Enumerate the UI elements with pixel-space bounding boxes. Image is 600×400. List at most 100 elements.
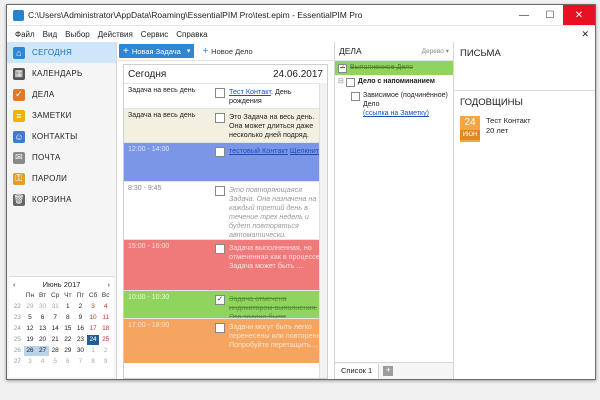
event-row[interactable]: 8:30 - 9:45 Это повторяющаяся Задача. Он… xyxy=(124,181,327,239)
calendar-day[interactable]: 2 xyxy=(99,346,112,356)
calendar-day[interactable]: 4 xyxy=(36,357,49,367)
week-number: 23 xyxy=(13,314,21,321)
calendar-day[interactable]: 27 xyxy=(36,346,49,356)
close-button[interactable]: ✕ xyxy=(563,5,595,25)
event-checkbox-checked[interactable]: ✓ xyxy=(215,295,225,305)
sidebar-item-mail[interactable]: ✉ ПОЧТА xyxy=(7,147,116,168)
tree-view-dropdown[interactable]: Дерево ▾ xyxy=(422,47,449,55)
calendar-day[interactable]: 7 xyxy=(49,313,62,323)
calendar-day[interactable]: 15 xyxy=(62,324,75,334)
calendar-day[interactable]: 7 xyxy=(74,357,87,367)
event-row[interactable]: 10:00 - 10:30 ✓ Задача отмечена индикато… xyxy=(124,290,327,330)
calendar-day[interactable]: 30 xyxy=(36,302,49,312)
sidebar-item-tasks[interactable]: ✓ ДЕЛА xyxy=(7,84,116,105)
event-checkbox[interactable] xyxy=(215,244,225,254)
calendar-day[interactable]: 18 xyxy=(99,324,112,334)
task-checkbox-checked[interactable]: ✓ xyxy=(338,64,347,73)
event-checkbox[interactable] xyxy=(215,323,225,333)
calendar-day-today[interactable]: 24 xyxy=(86,335,100,345)
event-checkbox[interactable] xyxy=(215,147,225,157)
calendar-day[interactable]: 6 xyxy=(36,313,49,323)
menu-tools[interactable]: Сервис xyxy=(141,30,168,39)
event-row[interactable]: Задача на весь день Это Задача на весь д… xyxy=(124,108,327,142)
menu-actions[interactable]: Действия xyxy=(98,30,133,39)
event-row[interactable]: 17:00 - 18:00 Задачи могут быть легко пе… xyxy=(124,318,327,363)
event-row[interactable]: 12:00 - 14:00 тестовый Контакт Щелкните xyxy=(124,142,327,181)
calendar-day[interactable]: 16 xyxy=(74,324,87,334)
calendar-day[interactable]: 30 xyxy=(74,346,87,356)
calendar-day[interactable]: 29 xyxy=(62,346,75,356)
menu-view[interactable]: Вид xyxy=(43,30,57,39)
sidebar-item-contacts[interactable]: ☺ КОНТАКТЫ xyxy=(7,126,116,147)
new-todo-button[interactable]: + Новое Дело xyxy=(202,46,252,57)
calendar-day[interactable]: 8 xyxy=(62,313,75,323)
collapse-icon[interactable]: ⊟ xyxy=(338,77,344,86)
calendar-day[interactable]: 31 xyxy=(49,302,62,312)
sidebar-item-trash[interactable]: 🗑 КОРЗИНА xyxy=(7,189,116,210)
calendar-day[interactable]: 1 xyxy=(87,346,100,356)
minimize-button[interactable]: — xyxy=(511,5,537,25)
menu-help[interactable]: Справка xyxy=(176,30,207,39)
calendar-day[interactable]: 1 xyxy=(62,302,75,312)
dropdown-arrow-icon[interactable]: ▾ xyxy=(187,47,191,55)
calendar-day[interactable]: 4 xyxy=(99,302,112,312)
add-list-icon[interactable]: + xyxy=(383,366,394,376)
calendar-day[interactable]: 10 xyxy=(87,313,100,323)
next-month-icon[interactable]: › xyxy=(108,280,111,289)
calendar-day[interactable]: 2 xyxy=(74,302,87,312)
maximize-button[interactable]: ☐ xyxy=(537,5,563,25)
task-checkbox[interactable] xyxy=(351,92,360,101)
calendar-day[interactable]: 17 xyxy=(87,324,100,334)
event-checkbox[interactable] xyxy=(215,113,225,123)
calendar-day[interactable]: 11 xyxy=(99,313,112,323)
calendar-weekday: Вт xyxy=(39,292,47,299)
new-task-button[interactable]: + Новая Задача ▾ xyxy=(119,44,195,58)
calendar-day[interactable]: 14 xyxy=(49,324,62,334)
calendar-day[interactable]: 5 xyxy=(24,313,37,323)
click-link[interactable]: Щелкните xyxy=(290,146,323,155)
sidebar-item-today[interactable]: ⌂ СЕГОДНЯ xyxy=(7,42,116,63)
title-bar[interactable]: C:\Users\Administrator\AppData\Roaming\E… xyxy=(7,5,595,26)
note-link[interactable]: (ссылка на Заметку) xyxy=(363,110,429,117)
sidebar-item-notes[interactable]: ≡ ЗАМЕТКИ xyxy=(7,105,116,126)
sidebar-item-passwords[interactable]: ⚿ ПАРОЛИ xyxy=(7,168,116,189)
calendar-day[interactable]: 13 xyxy=(36,324,49,334)
task-item[interactable]: ✓ Выполненное Дело xyxy=(335,61,453,75)
calendar-day[interactable]: 3 xyxy=(24,357,37,367)
calendar-weekday: Пт xyxy=(76,292,85,299)
task-checkbox[interactable] xyxy=(345,78,355,87)
task-item[interactable]: ⊟ Дело с напоминанием xyxy=(335,75,453,89)
event-checkbox[interactable] xyxy=(215,88,225,98)
calendar-day[interactable]: 26 xyxy=(23,346,37,356)
calendar-day[interactable]: 21 xyxy=(49,335,62,345)
menu-file[interactable]: Файл xyxy=(15,30,35,39)
anniversary-item[interactable]: 24 ИЮН Тест Контакт 20 лет xyxy=(454,114,595,144)
calendar-day[interactable]: 9 xyxy=(74,313,87,323)
contact-link[interactable]: Тест Контакт xyxy=(229,87,271,96)
calendar-day[interactable]: 12 xyxy=(24,324,37,334)
menu-select[interactable]: Выбор xyxy=(65,30,90,39)
event-row[interactable]: 15:00 - 16:00 Задача выполненная, но отм… xyxy=(124,239,327,290)
calendar-day[interactable]: 3 xyxy=(87,302,100,312)
event-checkbox[interactable] xyxy=(215,186,225,196)
calendar-day[interactable]: 9 xyxy=(99,357,112,367)
event-row[interactable]: Задача на весь день Тест Контакт. День р… xyxy=(124,83,327,108)
task-item[interactable]: Зависимое (подчинённое) Дело (ссылка на З… xyxy=(335,89,453,120)
contact-link[interactable]: тестовый Контакт xyxy=(229,146,288,155)
sidebar-item-calendar[interactable]: ▦ КАЛЕНДАРЬ xyxy=(7,63,116,84)
calendar-day[interactable]: 25 xyxy=(99,335,112,345)
calendar-day[interactable]: 6 xyxy=(62,357,75,367)
calendar-day[interactable]: 20 xyxy=(36,335,49,345)
today-view: + Новая Задача ▾ + Новое Дело Сегодня 24… xyxy=(117,42,335,379)
tab-list-1[interactable]: Список 1 xyxy=(335,364,380,378)
calendar-day[interactable]: 23 xyxy=(74,335,87,345)
prev-month-icon[interactable]: ‹ xyxy=(13,280,16,289)
scrollbar[interactable] xyxy=(319,83,327,378)
calendar-day[interactable]: 19 xyxy=(24,335,37,345)
close-document-icon[interactable]: ✕ xyxy=(581,29,589,40)
calendar-day[interactable]: 5 xyxy=(49,357,62,367)
calendar-day[interactable]: 22 xyxy=(62,335,75,345)
calendar-day[interactable]: 29 xyxy=(24,302,37,312)
calendar-day[interactable]: 28 xyxy=(49,346,62,356)
calendar-day[interactable]: 8 xyxy=(87,357,100,367)
